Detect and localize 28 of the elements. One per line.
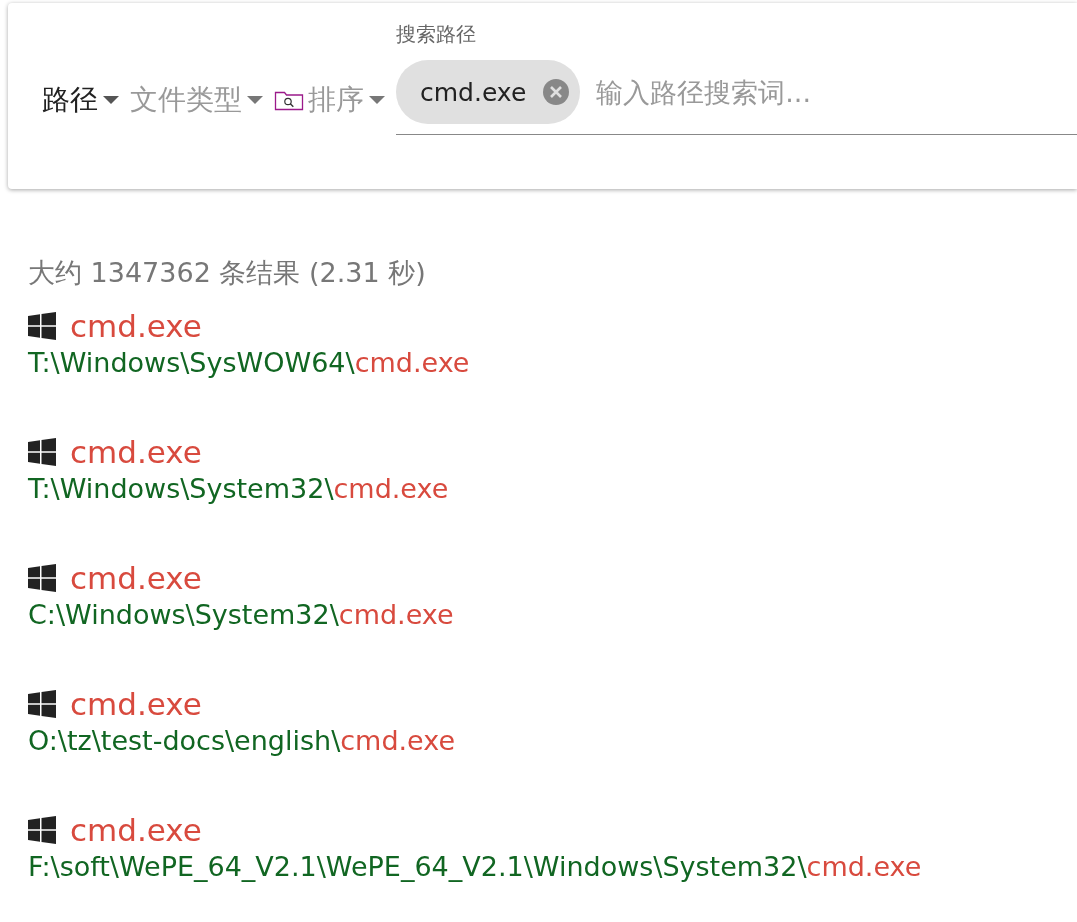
remove-icon[interactable] [542,78,571,106]
result-count: 大约 1347362 条结果 (2.31 秒) [28,256,427,290]
windows-icon [28,564,56,592]
caret-icon [102,95,120,105]
filter-dropdown[interactable]: 排序 [274,81,390,119]
file-path: C:\Windows\System32\cmd.exe [28,598,455,632]
caret-icon [246,95,264,105]
search-field[interactable]: 搜索路径 cmd.exe 输入路径搜索词... [396,21,1077,135]
file-name-link[interactable]: cmd.exe [70,559,202,597]
file-path: T:\Windows\System32\cmd.exe [28,472,450,506]
filter-dropdown[interactable]: 文件类型 [130,81,268,119]
windows-icon [28,312,56,340]
caret-icon [368,95,386,105]
file-path: F:\soft\WePE_64_V2.1\WePE_64_V2.1\Windows\System32\cmd.exe [28,850,923,884]
file-name-link[interactable]: cmd.exe [70,307,202,345]
chip-text: cmd.exe [420,77,527,107]
filter-dropdown[interactable]: 路径 [42,81,124,119]
file-path: O:\tz\test-docs\english\cmd.exe [28,724,456,758]
file-name-link[interactable]: cmd.exe [70,685,202,723]
filter-chip[interactable]: cmd.exe [396,60,581,124]
file-name-link[interactable]: cmd.exe [70,433,202,471]
file-name-link[interactable]: cmd.exe [70,811,202,849]
field-label: 搜索路径 [396,21,477,48]
windows-icon [28,816,56,844]
folder-search-icon [274,89,304,111]
windows-icon [28,690,56,718]
file-path: T:\Windows\SysWOW64\cmd.exe [28,346,471,380]
windows-icon [28,438,56,466]
